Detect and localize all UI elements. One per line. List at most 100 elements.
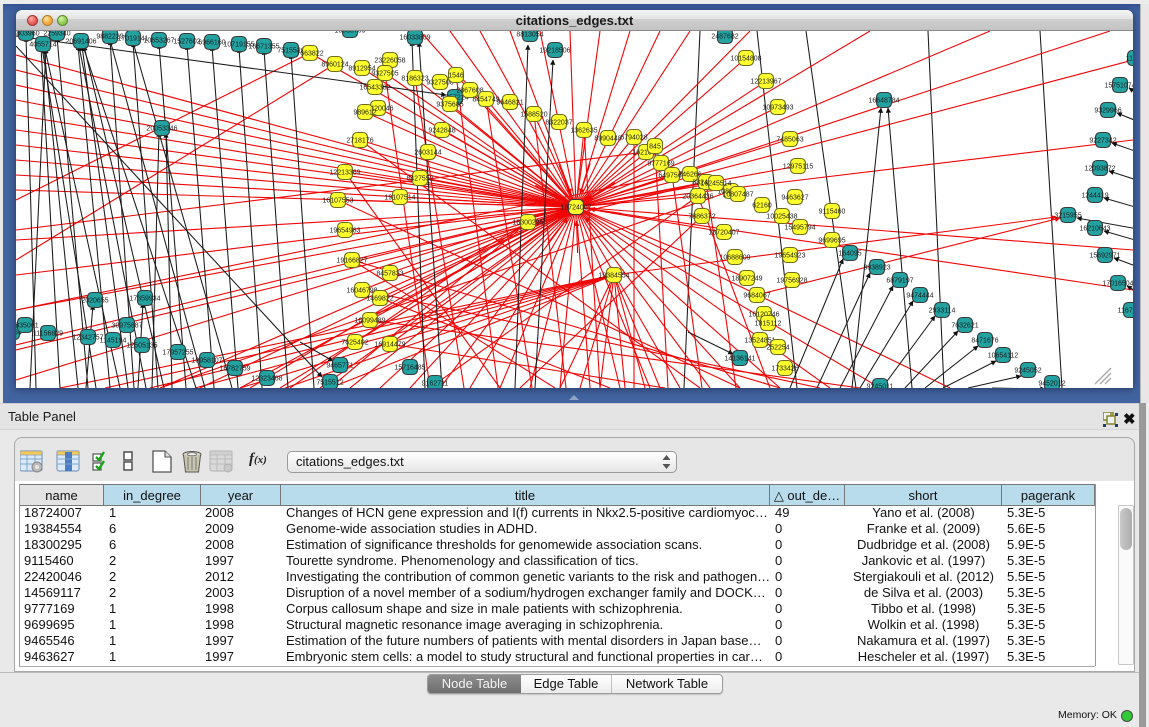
svg-text:10154808: 10154808 bbox=[730, 55, 761, 62]
svg-text:2259340: 2259340 bbox=[43, 31, 70, 37]
svg-text:9162711: 9162711 bbox=[422, 380, 449, 387]
svg-text:1244419: 1244419 bbox=[1081, 192, 1108, 199]
svg-text:9329966: 9329966 bbox=[1094, 107, 1121, 114]
svg-text:8457833: 8457833 bbox=[376, 270, 403, 277]
svg-text:9242848: 9242848 bbox=[428, 127, 455, 134]
svg-text:7886372: 7886372 bbox=[688, 213, 715, 220]
svg-text:9777169: 9777169 bbox=[647, 160, 674, 167]
svg-text:164095: 164095 bbox=[838, 250, 861, 257]
svg-text:18724007: 18724007 bbox=[560, 204, 591, 211]
svg-text:9327505: 9327505 bbox=[371, 70, 398, 77]
svg-text:11156829: 11156829 bbox=[33, 330, 63, 337]
svg-text:10688609: 10688609 bbox=[719, 254, 750, 261]
svg-text:9245052: 9245052 bbox=[1014, 367, 1041, 374]
svg-text:15751074: 15751074 bbox=[1104, 82, 1133, 89]
svg-text:2603144: 2603144 bbox=[414, 149, 441, 156]
svg-text:9699695: 9699695 bbox=[818, 237, 845, 244]
svg-text:9463627: 9463627 bbox=[781, 194, 808, 201]
svg-text:8813054: 8813054 bbox=[516, 31, 543, 38]
svg-text:4835061: 4835061 bbox=[16, 322, 39, 329]
svg-text:10654112: 10654112 bbox=[988, 352, 1019, 359]
svg-text:16245514: 16245514 bbox=[700, 180, 731, 187]
svg-text:7515512: 7515512 bbox=[316, 379, 343, 386]
svg-text:20053346: 20053346 bbox=[146, 125, 177, 132]
svg-text:8960124: 8960124 bbox=[321, 61, 348, 68]
svg-text:9684067: 9684067 bbox=[743, 292, 770, 299]
svg-text:19166827: 19166827 bbox=[336, 257, 367, 264]
svg-text:9465771: 9465771 bbox=[326, 362, 353, 369]
svg-text:17016504: 17016504 bbox=[1102, 280, 1133, 287]
svg-text:30975887: 30975887 bbox=[111, 322, 142, 329]
svg-text:19654923: 19654923 bbox=[774, 252, 805, 259]
svg-text:16543382: 16543382 bbox=[359, 84, 390, 91]
svg-text:17359934: 17359934 bbox=[129, 295, 160, 302]
svg-text:7632621: 7632621 bbox=[951, 322, 978, 329]
svg-text:8938923: 8938923 bbox=[863, 264, 890, 271]
svg-text:10025438: 10025438 bbox=[766, 213, 797, 220]
svg-text:1469822: 1469822 bbox=[366, 295, 393, 302]
svg-text:10973493: 10973493 bbox=[762, 104, 793, 111]
svg-text:9474444: 9474444 bbox=[906, 292, 933, 299]
svg-text:16033809: 16033809 bbox=[399, 34, 430, 41]
svg-text:6966160: 6966160 bbox=[198, 39, 225, 46]
svg-text:252254: 252254 bbox=[766, 344, 789, 351]
svg-text:1803960: 1803960 bbox=[16, 31, 40, 37]
svg-text:1588520: 1588520 bbox=[520, 111, 547, 118]
svg-text:16648784: 16648784 bbox=[868, 97, 899, 104]
svg-text:1815112: 1815112 bbox=[755, 320, 782, 327]
svg-text:10958107: 10958107 bbox=[191, 357, 222, 364]
svg-text:15716485: 15716485 bbox=[394, 364, 425, 371]
svg-text:9245011: 9245011 bbox=[867, 383, 894, 388]
svg-text:8186323: 8186323 bbox=[401, 75, 428, 82]
svg-text:16107553: 16107553 bbox=[322, 197, 353, 204]
svg-text:12213967: 12213967 bbox=[750, 78, 781, 85]
svg-text:10653267: 10653267 bbox=[143, 37, 174, 44]
svg-text:2718176: 2718176 bbox=[346, 137, 373, 144]
svg-text:18300295: 18300295 bbox=[512, 219, 543, 226]
svg-text:9227342: 9227342 bbox=[1089, 137, 1116, 144]
svg-text:7485063: 7485063 bbox=[776, 136, 803, 143]
svg-text:1362635: 1362635 bbox=[570, 127, 597, 134]
svg-text:9646821: 9646821 bbox=[496, 99, 523, 106]
svg-text:12975115: 12975115 bbox=[783, 163, 814, 170]
svg-text:15495794: 15495794 bbox=[784, 224, 815, 231]
svg-text:19218506: 19218506 bbox=[539, 47, 570, 54]
svg-text:1167534: 1167534 bbox=[1118, 307, 1133, 314]
svg-text:17957255: 17957255 bbox=[162, 349, 193, 356]
svg-text:1733426: 1733426 bbox=[771, 365, 798, 372]
svg-text:12776: 12776 bbox=[1132, 132, 1133, 139]
svg-text:19654983: 19654983 bbox=[329, 227, 360, 234]
svg-text:6879197: 6879197 bbox=[886, 277, 913, 284]
svg-text:18720407: 18720407 bbox=[708, 229, 739, 236]
svg-text:11123: 11123 bbox=[1126, 55, 1133, 62]
svg-text:2487682: 2487682 bbox=[711, 33, 738, 40]
svg-text:8427552: 8427552 bbox=[406, 175, 433, 182]
svg-text:10807487: 10807487 bbox=[722, 191, 753, 198]
svg-text:23226058: 23226058 bbox=[374, 57, 405, 64]
svg-text:16914479: 16914479 bbox=[374, 341, 405, 348]
svg-text:9452012: 9452012 bbox=[1038, 380, 1065, 387]
svg-text:7625402: 7625402 bbox=[341, 339, 368, 346]
svg-text:3215955: 3215955 bbox=[1054, 212, 1081, 219]
svg-text:12323468: 12323468 bbox=[251, 375, 282, 382]
svg-text:14136141: 14136141 bbox=[724, 355, 755, 362]
svg-text:9115460: 9115460 bbox=[819, 208, 846, 215]
svg-text:6794028: 6794028 bbox=[620, 134, 647, 141]
svg-text:845: 845 bbox=[649, 143, 661, 150]
svg-text:7663822: 7663822 bbox=[296, 50, 323, 57]
svg-text:20691406: 20691406 bbox=[65, 38, 96, 45]
svg-text:12213369: 12213369 bbox=[329, 169, 360, 176]
svg-text:1145194: 1145194 bbox=[100, 337, 127, 344]
svg-text:62160: 62160 bbox=[752, 202, 772, 209]
svg-text:10933709: 10933709 bbox=[334, 31, 365, 34]
svg-text:19756928: 19756928 bbox=[776, 277, 807, 284]
svg-text:16099489: 16099489 bbox=[354, 317, 385, 324]
svg-text:18907249: 18907249 bbox=[731, 275, 762, 282]
svg-text:2020655: 2020655 bbox=[81, 297, 108, 304]
svg-text:15692971: 15692971 bbox=[1089, 252, 1120, 259]
svg-text:19384554: 19384554 bbox=[598, 272, 629, 279]
svg-text:8471676: 8471676 bbox=[971, 337, 998, 344]
svg-text:20364436: 20364436 bbox=[682, 193, 713, 200]
svg-text:9375685: 9375685 bbox=[436, 101, 463, 108]
svg-text:8322037: 8322037 bbox=[545, 119, 572, 126]
